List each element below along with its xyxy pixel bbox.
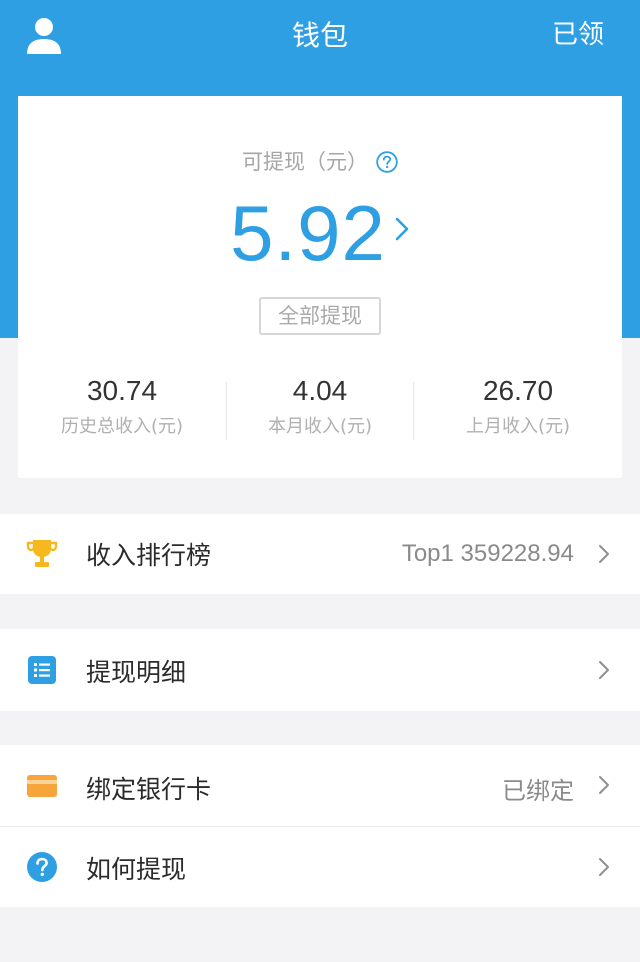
withdraw-detail-label: 提现明细 <box>86 658 187 687</box>
chevron-right-icon <box>598 857 610 877</box>
stat-label: 本月收入(元) <box>267 416 373 437</box>
income-ranking-row[interactable]: 收入排行榜 Top1 359228.94 <box>0 514 640 594</box>
stat-value: 4.04 <box>292 375 348 406</box>
page-title: 钱包 <box>291 19 348 52</box>
stat-this-month: 4.04 本月收入(元) <box>227 374 413 444</box>
withdrawable-label-row: 可提现（元） <box>18 146 622 178</box>
income-stats: 30.74 历史总收入(元) 4.04 本月收入(元) 26.70 上月收入(元… <box>18 374 622 444</box>
help-icon <box>26 851 58 883</box>
balance-amount[interactable]: 5.92 <box>230 190 386 276</box>
withdrawable-label: 可提现（元） <box>242 150 368 174</box>
stat-label: 历史总收入(元) <box>60 416 184 437</box>
withdraw-detail-row[interactable]: 提现明细 <box>0 629 640 711</box>
how-to-withdraw-row[interactable]: 如何提现 <box>0 827 640 907</box>
balance-card: 可提现（元） 5.92 全部提现 30.74 历史总收入(元) 4.04 本月收… <box>18 96 622 478</box>
stat-value: 26.70 <box>482 375 554 406</box>
income-ranking-label: 收入排行榜 <box>86 541 212 570</box>
chevron-right-icon <box>598 775 610 795</box>
how-to-withdraw-label: 如何提现 <box>86 855 187 884</box>
chevron-right-icon <box>598 544 610 564</box>
stat-total-income: 30.74 历史总收入(元) <box>18 374 226 444</box>
income-ranking-value: Top1 359228.94 <box>401 540 574 567</box>
bind-bank-card-row[interactable]: 绑定银行卡 已绑定 <box>0 745 640 826</box>
chevron-right-icon[interactable] <box>394 216 410 242</box>
bank-card-icon <box>26 770 58 802</box>
withdraw-all-button[interactable]: 全部提现 <box>259 297 381 335</box>
bank-card-status: 已绑定 <box>502 778 574 805</box>
chevron-right-icon <box>598 660 610 680</box>
stat-value: 30.74 <box>86 375 158 406</box>
question-circle-icon[interactable] <box>376 151 398 173</box>
stat-last-month: 26.70 上月收入(元) <box>414 374 622 444</box>
wallet-screen: 钱包 已领 可提现（元） 5.92 全部提现 30.74 历史总收入(元) 4.… <box>0 0 640 962</box>
bind-bank-card-label: 绑定银行卡 <box>86 775 212 804</box>
claimed-button[interactable]: 已领 <box>552 0 604 70</box>
stat-label: 上月收入(元) <box>465 416 571 437</box>
list-icon <box>26 654 58 686</box>
top-bar: 钱包 已领 <box>0 0 640 72</box>
balance-amount-row[interactable]: 5.92 <box>18 190 622 276</box>
trophy-icon <box>26 538 58 570</box>
